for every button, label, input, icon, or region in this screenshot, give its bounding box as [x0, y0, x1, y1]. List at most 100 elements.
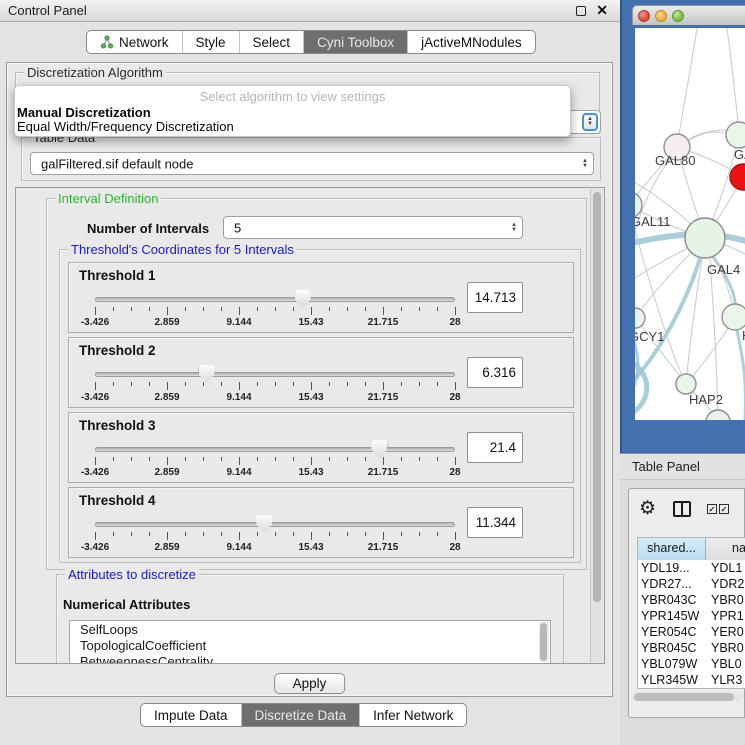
scrollbar-thumb[interactable] — [593, 192, 601, 602]
slider-thumb[interactable] — [371, 440, 387, 458]
tick-mark — [167, 457, 168, 465]
tab-infer-network[interactable]: Infer Network — [359, 704, 466, 726]
table-cell[interactable]: YPR1 — [706, 608, 745, 624]
close-traffic-light-icon[interactable] — [638, 10, 650, 22]
checkbox-icon[interactable]: ✓ — [719, 504, 729, 514]
table-cell[interactable]: YLR345W — [638, 672, 706, 688]
settings-scrollbar[interactable] — [590, 189, 603, 662]
threshold-value[interactable]: 6.316 — [467, 357, 523, 388]
minimize-traffic-light-icon[interactable] — [655, 10, 667, 22]
table-cell[interactable]: YER0 — [706, 624, 745, 640]
dropdown-option-manual[interactable]: Manual Discretization — [17, 105, 151, 120]
network-edge — [677, 28, 697, 147]
float-window-icon[interactable] — [576, 6, 586, 16]
control-panel: Control Panel ✕ Network Style Select Cyn… — [0, 0, 620, 745]
spinner-icon[interactable]: ▲ ▼ — [511, 223, 517, 233]
gear-icon[interactable]: ⚙ — [639, 497, 656, 520]
threshold-value[interactable]: 14.713 — [467, 282, 523, 313]
tick-mark — [347, 532, 348, 536]
table-row[interactable]: YDL19...YDL1 — [638, 560, 745, 576]
table-cell[interactable]: YLR3 — [706, 672, 745, 688]
table-cell[interactable]: YPR145W — [638, 608, 706, 624]
zoom-traffic-light-icon[interactable] — [672, 10, 684, 22]
table-row[interactable]: YLR345WYLR3 — [638, 672, 745, 688]
dropdown-option-equal-width[interactable]: Equal Width/Frequency Discretization — [17, 119, 234, 134]
group-title: Discretization Algorithm — [24, 65, 166, 80]
network-node[interactable] — [685, 218, 725, 258]
threshold-slider[interactable]: -3.426 2.859 9.144 15.43 21.715 28 — [95, 372, 455, 408]
network-canvas[interactable]: GAL80GACGAL11GAL4GCY1HHAP2 — [635, 28, 745, 420]
threshold-panel-4: Threshold 4 -3.426 2.859 9.144 15.43 — [68, 487, 574, 558]
table-row[interactable]: YER054CYER0 — [638, 624, 745, 640]
network-window-titlebar[interactable] — [632, 5, 745, 25]
threshold-slider[interactable]: -3.426 2.859 9.144 15.43 21.715 28 — [95, 297, 455, 333]
tab-select[interactable]: Select — [239, 31, 304, 53]
slider-track[interactable] — [95, 522, 455, 527]
network-node[interactable] — [726, 122, 745, 148]
spinner-icon[interactable]: ▲ ▼ — [582, 159, 588, 169]
table-cell[interactable]: YBR0 — [706, 592, 745, 608]
threshold-value[interactable]: 21.4 — [467, 432, 523, 463]
spinner-icon[interactable]: ▲ ▼ — [582, 113, 598, 131]
slider-thumb[interactable] — [199, 365, 215, 383]
scrollbar-thumb[interactable] — [634, 693, 734, 701]
table-row[interactable]: YIL052CYIL0 — [638, 688, 745, 689]
table-cell[interactable]: YBR045C — [638, 640, 706, 656]
apply-button[interactable]: Apply — [274, 673, 346, 694]
table-row[interactable]: YDR27...YDR2 — [638, 576, 745, 592]
table-cell[interactable]: YIL052C — [638, 688, 706, 689]
tab-discretize-data[interactable]: Discretize Data — [241, 704, 360, 726]
slider-track[interactable] — [95, 297, 455, 302]
threshold-slider[interactable]: -3.426 2.859 9.144 15.43 21.715 28 — [95, 447, 455, 483]
number-of-intervals-combobox[interactable]: 5 ▲ ▼ — [223, 216, 523, 239]
threshold-slider[interactable]: -3.426 2.859 9.144 15.43 21.715 28 — [95, 522, 455, 558]
network-node[interactable] — [722, 304, 745, 330]
network-node[interactable] — [706, 410, 730, 420]
checkbox-icon[interactable]: ✓ — [707, 504, 717, 514]
table-row[interactable]: YPR145WYPR1 — [638, 608, 745, 624]
close-icon[interactable]: ✕ — [596, 2, 608, 19]
list-item[interactable]: TopologicalCoefficient — [70, 637, 550, 653]
tab-network[interactable]: Network — [87, 31, 182, 53]
table-row[interactable]: YBR043CYBR0 — [638, 592, 745, 608]
tick-mark — [167, 382, 168, 390]
columns-icon[interactable] — [673, 501, 691, 517]
network-node[interactable] — [676, 374, 696, 394]
network-node[interactable] — [635, 308, 645, 328]
table-cell[interactable]: YBL0 — [706, 656, 745, 672]
table-row[interactable]: YBR045CYBR0 — [638, 640, 745, 656]
table-cell[interactable]: YBR043C — [638, 592, 706, 608]
column-header[interactable]: na — [706, 538, 745, 560]
table-cell[interactable]: YER054C — [638, 624, 706, 640]
slider-track[interactable] — [95, 447, 455, 452]
threshold-value[interactable]: 11.344 — [467, 507, 523, 538]
table-h-scrollbar[interactable] — [633, 692, 743, 702]
list-item[interactable]: BetweennessCentrality — [70, 653, 550, 664]
node-table: shared... na YDL19...YDL1YDR27...YDR2YBR… — [637, 537, 745, 689]
attributes-list[interactable]: SelfLoops TopologicalCoefficient Between… — [69, 620, 551, 664]
table-data-combobox[interactable]: galFiltered.sif default node ▲ ▼ — [30, 152, 594, 175]
table-cell[interactable]: YDL19... — [638, 560, 706, 576]
table-cell[interactable]: YBR0 — [706, 640, 745, 656]
tab-jactivemnodules[interactable]: jActiveMNodules — [407, 31, 535, 53]
table-cell[interactable]: YIL0 — [706, 688, 745, 689]
slider-thumb[interactable] — [295, 290, 311, 308]
slider-track[interactable] — [95, 372, 455, 377]
network-edge — [686, 240, 705, 384]
table-cell[interactable]: YDL1 — [706, 560, 745, 576]
slider-thumb[interactable] — [256, 515, 272, 533]
table-cell[interactable]: YDR27... — [638, 576, 706, 592]
table-cell[interactable]: YBL079W — [638, 656, 706, 672]
tick-mark — [455, 382, 456, 390]
tab-style[interactable]: Style — [182, 31, 239, 53]
tab-impute-data[interactable]: Impute Data — [141, 704, 241, 726]
table-row[interactable]: YBL079WYBL0 — [638, 656, 745, 672]
scrollbar-thumb[interactable] — [540, 623, 547, 661]
column-header[interactable]: shared... — [638, 538, 706, 560]
tab-cyni-toolbox[interactable]: Cyni Toolbox — [303, 31, 407, 53]
network-node-label: GAL4 — [707, 262, 740, 277]
list-item[interactable]: SelfLoops — [70, 621, 550, 637]
list-scrollbar[interactable] — [539, 622, 549, 662]
network-node[interactable] — [730, 164, 745, 190]
table-cell[interactable]: YDR2 — [706, 576, 745, 592]
